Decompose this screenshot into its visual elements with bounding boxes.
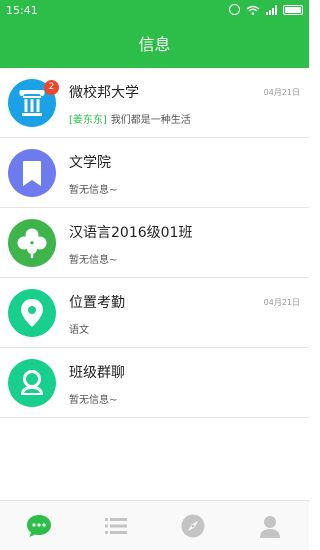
- bookmark-icon: [8, 149, 56, 197]
- preview-text: 暂无信息~: [69, 255, 118, 266]
- chat-preview: 暂无信息~: [69, 391, 117, 406]
- chat-preview: 语文: [69, 321, 89, 336]
- chat-bubble-icon: [26, 514, 51, 537]
- tab-messages[interactable]: [0, 501, 77, 550]
- chat-preview: [姜东东] 我们都是一种生活: [69, 111, 191, 126]
- preview-sender: [姜东东]: [69, 115, 107, 126]
- status-icons: [229, 4, 303, 15]
- location-pin-icon: [8, 289, 56, 337]
- chat-name: 微校邦大学: [69, 85, 139, 101]
- chat-preview: 暂无信息~: [69, 181, 117, 196]
- message-item-class-group[interactable]: 班级群聊 暂无信息~: [0, 348, 309, 418]
- message-item-weixiaobang[interactable]: 2 微校邦大学 [姜东东] 我们都是一种生活 04月21日: [0, 68, 309, 138]
- chat-name: 位置考勤: [69, 295, 125, 311]
- compass-icon: [181, 514, 205, 537]
- status-time: 15:41: [6, 4, 38, 17]
- preview-text: 我们都是一种生活: [110, 115, 191, 126]
- preview-text: 语文: [69, 325, 89, 336]
- preview-text: 暂无信息~: [69, 395, 118, 406]
- page-title: 信息: [138, 35, 171, 54]
- tab-list[interactable]: [77, 501, 154, 550]
- battery-icon: [283, 4, 303, 15]
- tab-discover[interactable]: [155, 501, 232, 550]
- chat-preview: 暂无信息~: [69, 251, 117, 266]
- unread-badge: 2: [44, 80, 59, 95]
- chat-name: 班级群聊: [69, 365, 125, 381]
- preview-text: 暂无信息~: [69, 185, 118, 196]
- profile-icon: [260, 515, 281, 538]
- message-item-class-01[interactable]: 汉语言2016级01班 暂无信息~: [0, 208, 309, 278]
- group-chat-icon: [8, 359, 56, 407]
- chat-name: 汉语言2016级01班: [69, 225, 193, 241]
- chat-date: 04月21日: [263, 88, 300, 97]
- chat-name: 文学院: [69, 155, 111, 171]
- app-header: 信息: [0, 22, 309, 68]
- bottom-tab-bar: [0, 500, 309, 550]
- message-list: 2 微校邦大学 [姜东东]我们都是一种生活 04月21日 文学院 暂无信息~: [0, 68, 309, 418]
- alarm-icon: [229, 4, 240, 15]
- message-item-wenxueyuan[interactable]: 文学院 暂无信息~: [0, 138, 309, 208]
- tab-profile[interactable]: [232, 501, 309, 550]
- list-icon: [104, 517, 127, 534]
- signal-icon: [266, 4, 277, 15]
- wifi-icon: [246, 5, 260, 15]
- clover-icon: [8, 219, 56, 267]
- chat-date: 04月21日: [263, 298, 300, 307]
- status-bar: 15:41: [0, 0, 309, 22]
- message-item-location-attendance[interactable]: 位置考勤 语文 04月21日: [0, 278, 309, 348]
